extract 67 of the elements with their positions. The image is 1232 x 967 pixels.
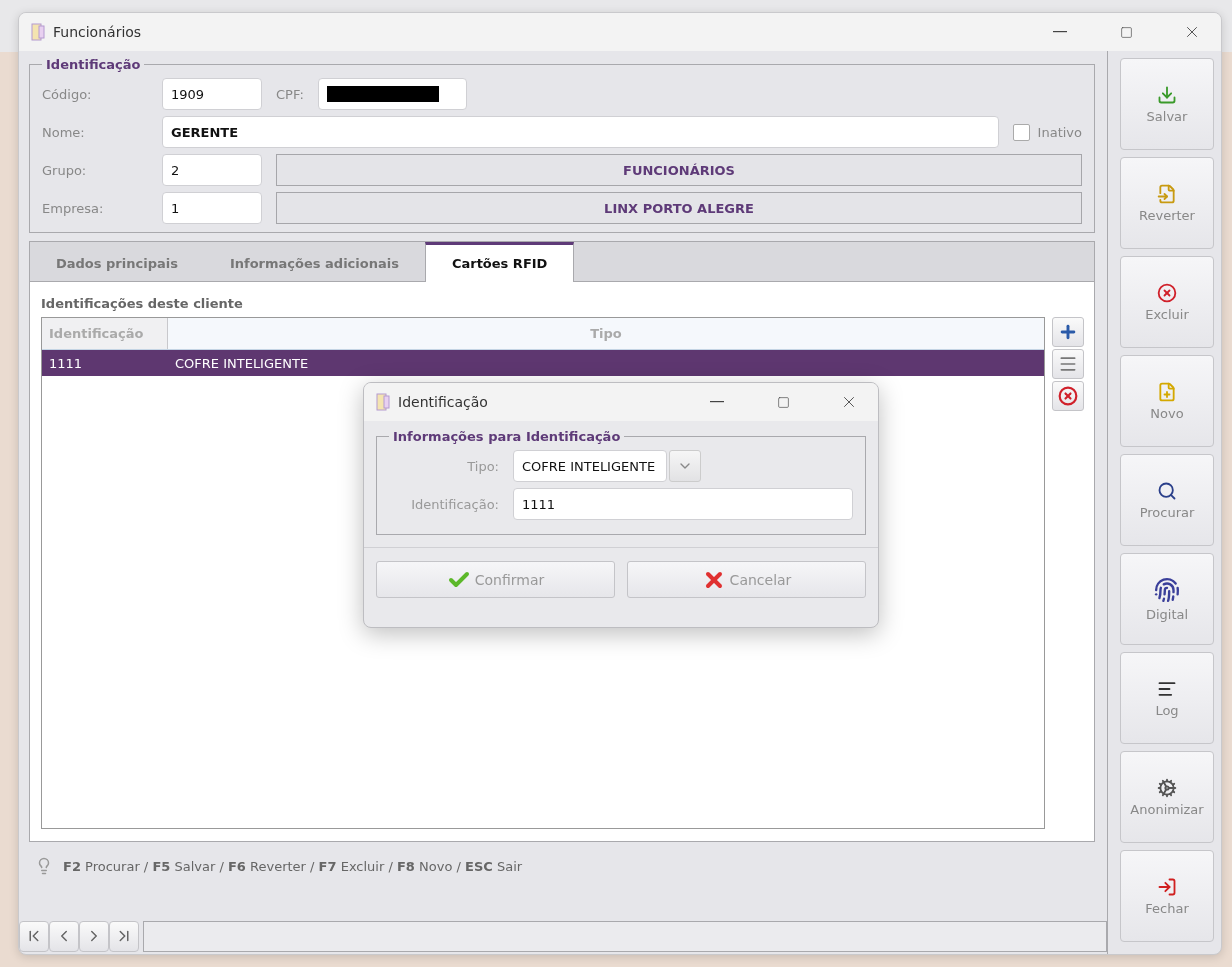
delete-icon: [1058, 386, 1078, 406]
table-cell-text: 1111: [48, 354, 84, 373]
navigation-button[interactable]: [19, 920, 49, 952]
navigation-button[interactable]: [49, 920, 79, 952]
exit-door-icon: [1157, 876, 1177, 897]
tool-button[interactable]: [1052, 317, 1084, 347]
sidebar-button[interactable]: Digital: [1120, 553, 1214, 645]
tab[interactable]: Dados principais: [30, 242, 204, 281]
file-arrow-icon: [1157, 183, 1177, 204]
add-icon: [1058, 322, 1078, 342]
group-title: Identificação: [45, 57, 142, 72]
fingerprint-icon: [1154, 576, 1180, 603]
description-field: FUNCIONÁRIOS: [276, 154, 1082, 186]
navigation-button[interactable]: [79, 920, 109, 952]
list-icon: [1058, 354, 1078, 374]
gear-icon: [1157, 777, 1177, 798]
checkbox-label: Inativo: [1037, 124, 1082, 140]
confirm-button[interactable]: Confirmar: [376, 561, 615, 598]
code-field[interactable]: 2: [162, 154, 262, 186]
navigation-button[interactable]: [109, 920, 139, 952]
sidebar-button[interactable]: Fechar: [1120, 850, 1214, 942]
minimize-icon: [1053, 31, 1067, 33]
type-field[interactable]: COFRE INTELIGENTE: [513, 450, 667, 482]
column-header[interactable]: Identificação: [42, 318, 168, 349]
code-field[interactable]: 1909: [162, 78, 262, 110]
identification-field[interactable]: 1111: [513, 488, 853, 520]
field-label: Tipo:: [466, 458, 499, 474]
group-title: Informações para Identificação: [392, 429, 622, 444]
sidebar-button[interactable]: Reverter: [1120, 157, 1214, 249]
field-label: CPF:: [276, 86, 304, 102]
tool-button[interactable]: [1052, 381, 1084, 411]
field-label: Empresa:: [42, 200, 105, 216]
column-header[interactable]: Tipo: [168, 318, 1044, 349]
table-cell-text: COFRE INTELIGENTE: [174, 354, 310, 373]
name-field[interactable]: GERENTE: [162, 116, 999, 148]
table-row[interactable]: 1111 COFRE INTELIGENTE: [42, 350, 1044, 376]
delete-icon: [1157, 282, 1177, 303]
dropdown-button[interactable]: [669, 450, 701, 482]
new-file-icon: [1157, 381, 1177, 402]
field-label: Código:: [42, 86, 93, 102]
cpf-field[interactable]: [317, 78, 467, 110]
app-icon: [376, 393, 390, 411]
window-title: Funcionários: [53, 24, 143, 40]
maximize-icon: [1119, 25, 1133, 39]
tab[interactable]: Cartões RFID: [424, 242, 575, 282]
field-label: Grupo:: [42, 162, 88, 178]
field-label: Nome:: [42, 124, 86, 140]
code-field[interactable]: 1: [162, 192, 262, 224]
dialog-title: Identificação: [398, 394, 489, 410]
app-icon: [31, 23, 45, 41]
sidebar-button[interactable]: Salvar: [1120, 58, 1214, 150]
maximize-icon: [776, 395, 790, 409]
cancel-button[interactable]: Cancelar: [627, 561, 866, 598]
tool-button[interactable]: [1052, 349, 1084, 379]
table-caption: Identificações deste cliente: [41, 296, 244, 311]
sidebar-button[interactable]: Log: [1120, 652, 1214, 744]
download-icon: [1157, 84, 1177, 105]
sidebar-button[interactable]: Novo: [1120, 355, 1214, 447]
tab[interactable]: Informações adicionais: [203, 242, 425, 281]
sidebar-button[interactable]: Anonimizar: [1120, 751, 1214, 843]
description-field: LINX PORTO ALEGRE: [276, 192, 1082, 224]
shortcut-hint: F2 Procurar / F5 Salvar / F6 Reverter / F7 Excluir / F8 Novo / ESC Sair: [63, 858, 523, 874]
field-label: Identificação:: [410, 496, 499, 512]
sidebar-button[interactable]: Excluir: [1120, 256, 1214, 348]
search-icon: [1157, 480, 1177, 501]
minimize-icon: [710, 401, 724, 403]
sidebar-button[interactable]: Procurar: [1120, 454, 1214, 546]
